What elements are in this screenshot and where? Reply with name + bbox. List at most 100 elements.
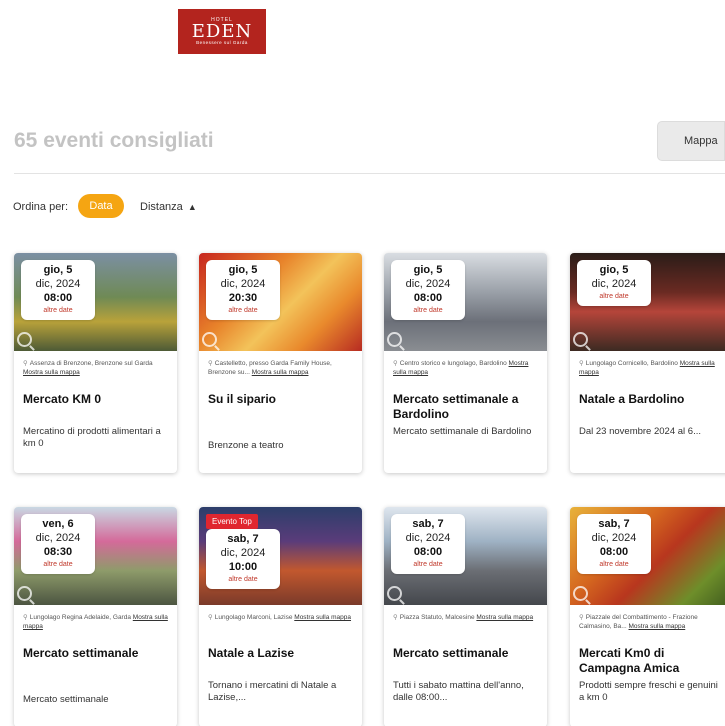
event-date-box: sab, 7 dic, 2024 08:00 altre date bbox=[577, 514, 651, 574]
event-image: gio, 5 dic, 2024 altre date bbox=[570, 253, 725, 351]
show-on-map-link[interactable]: Mostra sulla mappa bbox=[294, 614, 351, 621]
event-card[interactable]: sab, 7 dic, 2024 08:00 altre date ⚲ Piazz… bbox=[384, 507, 547, 726]
event-month: dic, 2024 bbox=[405, 278, 451, 290]
event-image: Evento Top sab, 7 dic, 2024 10:00 altre … bbox=[199, 507, 362, 605]
map-pin-icon: ⚲ bbox=[393, 360, 398, 367]
other-dates-link[interactable]: altre date bbox=[391, 305, 465, 317]
other-dates-link[interactable]: altre date bbox=[21, 559, 95, 571]
map-pin-icon: ⚲ bbox=[208, 614, 213, 621]
event-image: ven, 6 dic, 2024 08:30 altre date bbox=[14, 507, 177, 605]
event-title[interactable]: Natale a Bardolino bbox=[579, 392, 724, 422]
event-location: ⚲ Piazzale del Combattimento - Frazione C… bbox=[579, 613, 724, 640]
event-card[interactable]: gio, 5 dic, 2024 08:00 altre date ⚲ Assen… bbox=[14, 253, 177, 473]
event-image: sab, 7 dic, 2024 08:00 altre date bbox=[384, 507, 547, 605]
location-text: Lungolago Marconi, Lazise bbox=[214, 614, 293, 621]
event-image: gio, 5 dic, 2024 08:00 altre date bbox=[384, 253, 547, 351]
event-description: Brenzone a teatro bbox=[208, 440, 284, 451]
event-time: 08:00 bbox=[599, 546, 629, 558]
show-on-map-link[interactable]: Mostra sulla mappa bbox=[476, 614, 533, 621]
other-dates-link[interactable]: altre date bbox=[577, 559, 651, 571]
map-pin-icon: ⚲ bbox=[579, 614, 584, 621]
event-card[interactable]: gio, 5 dic, 2024 08:00 altre date ⚲ Centr… bbox=[384, 253, 547, 473]
other-dates-link[interactable]: altre date bbox=[21, 305, 95, 317]
event-title[interactable]: Mercato KM 0 bbox=[23, 392, 168, 422]
event-date-box: gio, 5 dic, 2024 08:00 altre date bbox=[391, 260, 465, 320]
sort-label: Ordina per: bbox=[13, 201, 69, 213]
zoom-icon[interactable] bbox=[387, 586, 402, 601]
event-card[interactable]: Evento Top sab, 7 dic, 2024 10:00 altre … bbox=[199, 507, 362, 726]
event-time: 08:00 bbox=[413, 292, 443, 304]
zoom-icon[interactable] bbox=[573, 586, 588, 601]
event-card[interactable]: ven, 6 dic, 2024 08:30 altre date ⚲ Lungo… bbox=[14, 507, 177, 726]
hotel-logo[interactable]: HOTEL EDEN Benessere sul Garda bbox=[178, 9, 266, 54]
event-date-box: sab, 7 dic, 2024 08:00 altre date bbox=[391, 514, 465, 574]
event-title[interactable]: Natale a Lazise bbox=[208, 646, 353, 676]
zoom-icon[interactable] bbox=[17, 586, 32, 601]
event-date-box: sab, 7 dic, 2024 10:00 altre date bbox=[206, 529, 280, 589]
event-location: ⚲ Assenza di Brenzone, Brenzone sul Garda… bbox=[23, 359, 168, 386]
sort-by-date-button[interactable]: Data bbox=[78, 194, 124, 218]
zoom-icon[interactable] bbox=[387, 332, 402, 347]
divider bbox=[14, 173, 725, 174]
sort-by-distance-button[interactable]: Distanza ▲ bbox=[140, 201, 197, 213]
event-date-box: ven, 6 dic, 2024 08:30 altre date bbox=[21, 514, 95, 574]
event-time: 08:00 bbox=[43, 292, 73, 304]
other-dates-link[interactable]: altre date bbox=[577, 291, 651, 303]
event-month: dic, 2024 bbox=[35, 278, 81, 290]
zoom-icon[interactable] bbox=[202, 332, 217, 347]
event-location: ⚲ Castelletto, presso Garda Family House,… bbox=[208, 359, 353, 386]
event-day: sab, 7 bbox=[598, 518, 630, 530]
event-month: dic, 2024 bbox=[405, 532, 451, 544]
event-month: dic, 2024 bbox=[35, 532, 81, 544]
logo-tagline: Benessere sul Garda bbox=[196, 40, 248, 45]
event-month: dic, 2024 bbox=[591, 278, 637, 290]
zoom-icon[interactable] bbox=[17, 332, 32, 347]
event-description: Tornano i mercatini di Natale a Lazise,.… bbox=[208, 680, 337, 703]
event-location: ⚲ Lungolago Marconi, Lazise Mostra sulla … bbox=[208, 613, 353, 640]
event-card[interactable]: gio, 5 dic, 2024 altre date ⚲ Lungolago C… bbox=[570, 253, 725, 473]
event-location: ⚲ Lungolago Regina Adelaide, Garda Mostra… bbox=[23, 613, 168, 640]
event-card[interactable]: sab, 7 dic, 2024 08:00 altre date ⚲ Piazz… bbox=[570, 507, 725, 726]
event-day: gio, 5 bbox=[228, 264, 258, 276]
event-time: 08:00 bbox=[413, 546, 443, 558]
show-on-map-link[interactable]: Mostra sulla mappa bbox=[629, 623, 686, 630]
results-count-title: 65 eventi consigliati bbox=[14, 129, 214, 152]
event-description: Mercato settimanale bbox=[23, 694, 109, 705]
event-day: sab, 7 bbox=[412, 518, 444, 530]
event-description: Tutti i sabato mattina dell'anno, dalle … bbox=[393, 680, 524, 703]
location-text: Piazza Statuto, Malcesine bbox=[399, 614, 475, 621]
event-day: sab, 7 bbox=[227, 533, 259, 545]
event-day: gio, 5 bbox=[599, 264, 629, 276]
event-date-box: gio, 5 dic, 2024 altre date bbox=[577, 260, 651, 306]
event-location: ⚲ Centro storico e lungolago, Bardolino M… bbox=[393, 359, 538, 386]
event-title[interactable]: Mercato settimanale bbox=[23, 646, 168, 676]
logo-name: EDEN bbox=[191, 21, 253, 42]
event-card[interactable]: gio, 5 dic, 2024 20:30 altre date ⚲ Caste… bbox=[199, 253, 362, 473]
event-day: gio, 5 bbox=[413, 264, 443, 276]
event-time: 10:00 bbox=[228, 561, 258, 573]
event-title[interactable]: Su il sipario bbox=[208, 392, 353, 422]
other-dates-link[interactable]: altre date bbox=[206, 305, 280, 317]
other-dates-link[interactable]: altre date bbox=[391, 559, 465, 571]
event-description: Prodotti sempre freschi e genuini a km 0 bbox=[579, 680, 718, 703]
event-day: ven, 6 bbox=[42, 518, 74, 530]
event-title[interactable]: Mercati Km0 di Campagna Amica bbox=[579, 646, 724, 676]
caret-up-icon: ▲ bbox=[187, 202, 197, 212]
show-on-map-link[interactable]: Mostra sulla mappa bbox=[23, 369, 80, 376]
map-pin-icon: ⚲ bbox=[208, 360, 213, 367]
other-dates-link[interactable]: altre date bbox=[206, 574, 280, 586]
zoom-icon[interactable] bbox=[573, 332, 588, 347]
show-on-map-link[interactable]: Mostra sulla mappa bbox=[252, 369, 309, 376]
event-description: Mercato settimanale di Bardolino bbox=[393, 426, 532, 437]
event-time: 08:30 bbox=[43, 546, 73, 558]
event-image: gio, 5 dic, 2024 20:30 altre date bbox=[199, 253, 362, 351]
event-month: dic, 2024 bbox=[220, 547, 266, 559]
location-text: Centro storico e lungolago, Bardolino bbox=[399, 360, 507, 367]
event-title[interactable]: Mercato settimanale bbox=[393, 646, 538, 676]
event-day: gio, 5 bbox=[43, 264, 73, 276]
event-description: Mercatino di prodotti alimentari a km 0 bbox=[23, 426, 161, 449]
event-image: gio, 5 dic, 2024 08:00 altre date bbox=[14, 253, 177, 351]
event-title[interactable]: Mercato settimanale a Bardolino bbox=[393, 392, 538, 422]
map-pin-icon: ⚲ bbox=[579, 360, 584, 367]
map-button[interactable]: Mappa bbox=[657, 121, 725, 161]
